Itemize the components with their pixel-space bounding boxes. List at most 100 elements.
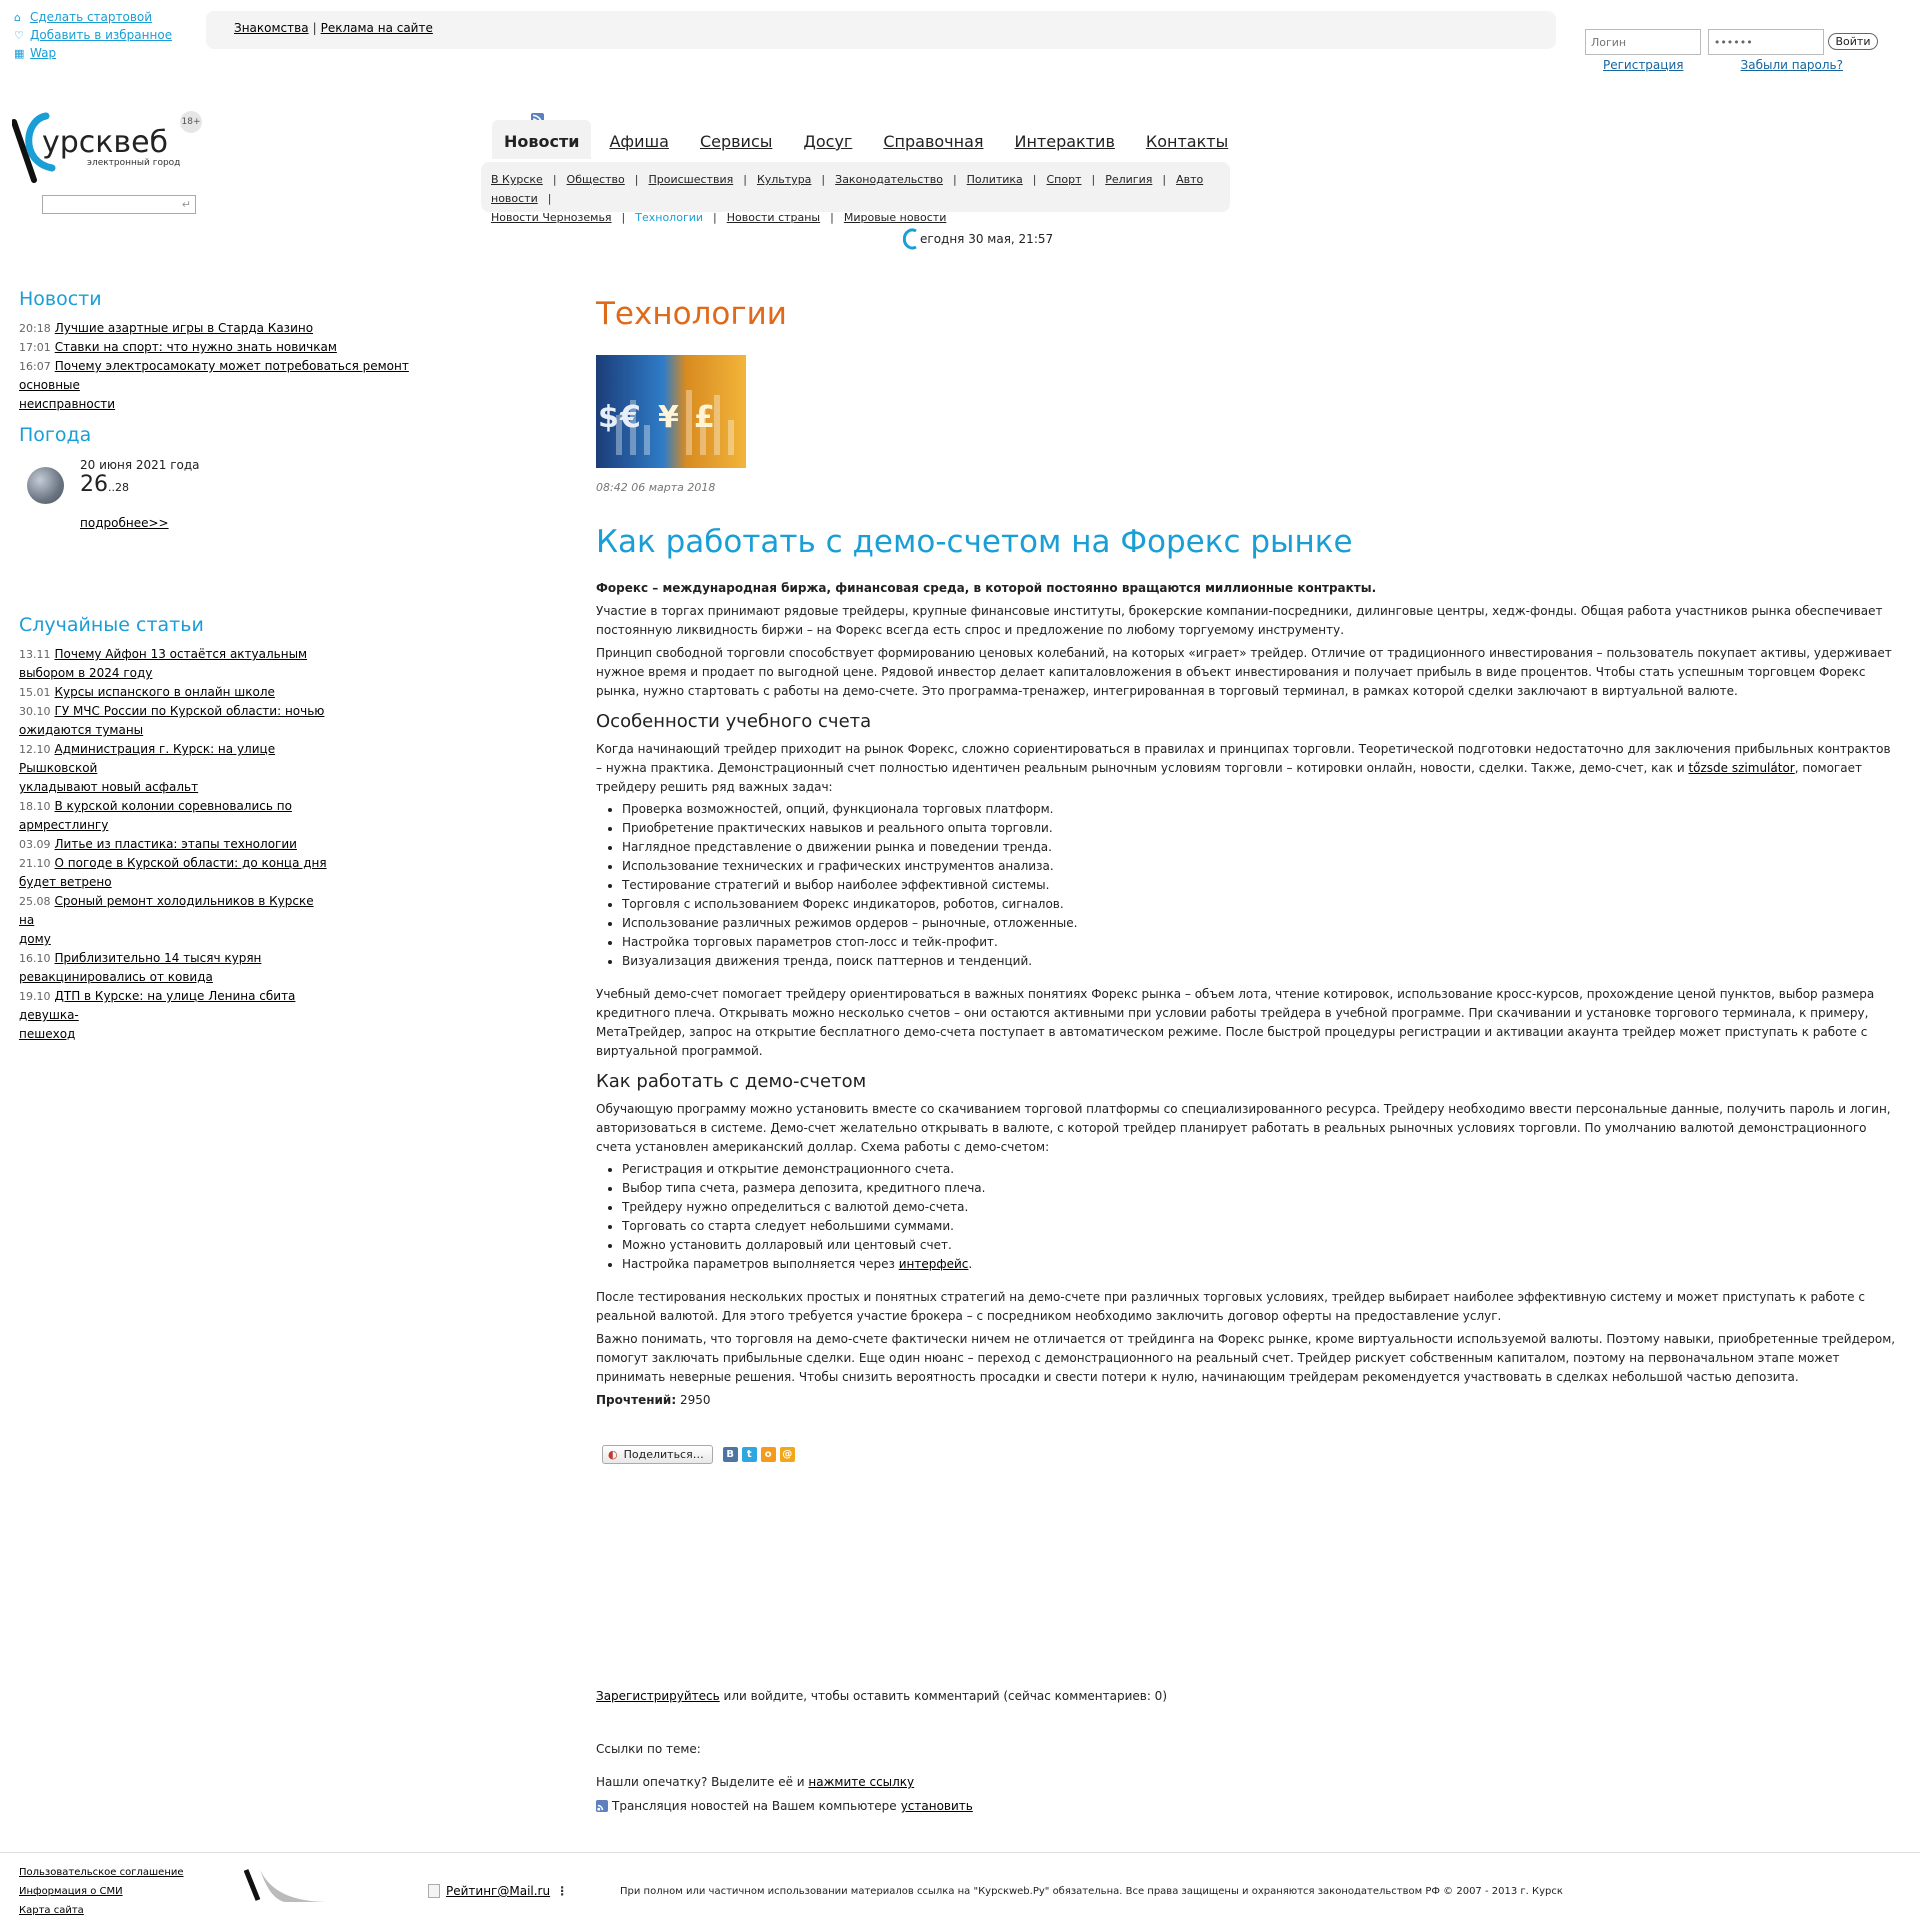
article-link[interactable]: О погоде в Курской области: до конца дня (55, 856, 327, 870)
subnav-law[interactable]: Законодательство (835, 173, 943, 186)
article-link[interactable]: ожидаются туманы (19, 723, 143, 737)
make-homepage-link[interactable]: ⌂ Сделать стартовой (14, 8, 172, 26)
list-item: 13.11 Почему Айфон 13 остаётся актуальным… (19, 647, 308, 680)
tasks-list: Проверка возможностей, опций, функционал… (596, 800, 1900, 971)
twitter-icon[interactable]: t (741, 1447, 757, 1462)
article-link[interactable]: дому (19, 932, 51, 946)
news-link[interactable]: неисправности (19, 397, 115, 411)
article-link[interactable]: ДТП в Курске: на улице Ленина сбита деву… (19, 989, 295, 1022)
list-item: Можно установить долларовый или центовый… (622, 1236, 1900, 1255)
subnav-world[interactable]: Мировые новости (844, 211, 947, 224)
register-link[interactable]: Регистрация (1603, 58, 1683, 72)
article-link[interactable]: ревакцинировались от ковида (19, 970, 213, 984)
advertising-link[interactable]: Реклама на сайте (321, 21, 433, 35)
list-item: Визуализация движения тренда, поиск патт… (622, 952, 1900, 971)
wap-link[interactable]: ▦ Wap (14, 44, 172, 62)
enter-icon[interactable]: ↵ (182, 198, 191, 211)
article-link[interactable]: будет ветрено (19, 875, 112, 889)
register-comment-link[interactable]: Зарегистрируйтесь (596, 1689, 720, 1703)
forgot-password-link[interactable]: Забыли пароль? (1741, 58, 1843, 72)
phone-icon: ▦ (14, 46, 25, 60)
media-info-link[interactable]: Информация о СМИ (19, 1882, 184, 1901)
nav-afisha[interactable]: Афиша (609, 120, 668, 159)
list-item: Использование различных режимов ордеров … (622, 914, 1900, 933)
weather-icon (27, 467, 64, 504)
rating-counter[interactable]: Рейтинг@Mail.ru ⋮ (428, 1884, 568, 1898)
list-item: Трейдеру нужно определиться с валютой де… (622, 1198, 1900, 1217)
list-item: Приобретение практических навыков и реал… (622, 819, 1900, 838)
odnoklassniki-icon[interactable]: о (760, 1447, 776, 1462)
typo-note: Нашли опечатку? Выделите её и нажмите сс… (596, 1775, 915, 1789)
article-lead: Форекс – международная биржа, финансовая… (596, 581, 1377, 595)
mailru-icon[interactable]: @ (779, 1447, 795, 1462)
subnav-incidents[interactable]: Происшествия (649, 173, 734, 186)
article-link[interactable]: ГУ МЧС России по Курской области: ночью (55, 704, 325, 718)
article-link[interactable]: Почему Айфон 13 остаётся актуальным (55, 647, 308, 661)
article-link[interactable]: В курской колонии соревновались по (55, 799, 292, 813)
login-button[interactable]: Войти (1828, 33, 1878, 50)
list-item: Торговля с использованием Форекс индикат… (622, 895, 1900, 914)
list-item: 30.10 ГУ МЧС России по Курской области: н… (19, 704, 325, 737)
more-icon[interactable]: ⋮ (556, 1884, 568, 1898)
current-date: егодня 30 мая, 21:57 (903, 228, 1053, 250)
footer-links: Пользовательское соглашение Информация о… (19, 1863, 184, 1920)
news-link[interactable]: Ставки на спорт: что нужно знать новичка… (55, 340, 337, 354)
article-link[interactable]: Сроный ремонт холодильников в Курске на (19, 894, 314, 927)
login-form: Войти Регистрация Забыли пароль? (1585, 29, 1878, 72)
weather-temp: 26..28 (80, 472, 129, 497)
subnav-society[interactable]: Общество (567, 173, 625, 186)
subnav-chernozem[interactable]: Новости Черноземья (491, 211, 612, 224)
interface-link[interactable]: интерфейс (899, 1257, 969, 1271)
simulator-link[interactable]: tőzsde szimulátor (1688, 761, 1794, 775)
list-item: 15.01 Курсы испанского в онлайн школе (19, 685, 275, 699)
nav-interactive[interactable]: Интерактив (1015, 120, 1115, 159)
article-link[interactable]: Курсы испанского в онлайн школе (55, 685, 275, 699)
paragraph: Участие в торгах принимают рядовые трейд… (596, 604, 1883, 637)
article-link[interactable]: армрестлингу (19, 818, 108, 832)
category-title: Технологии (596, 296, 787, 332)
nav-directory[interactable]: Справочная (883, 120, 983, 159)
terms-link[interactable]: Пользовательское соглашение (19, 1863, 184, 1882)
weather-temp-main: 26 (80, 472, 108, 497)
dating-link[interactable]: Знакомства (234, 21, 309, 35)
site-logo[interactable]: урсквеб электронный город (11, 110, 192, 186)
site-search-input[interactable]: ↵ (42, 195, 196, 214)
nav-news[interactable]: Новости (492, 120, 592, 159)
article-link[interactable]: Литье из пластика: этапы технологии (55, 837, 297, 851)
subnav-sport[interactable]: Спорт (1047, 173, 1082, 186)
subnav-religion[interactable]: Религия (1105, 173, 1152, 186)
subnav-tech[interactable]: Технологии (635, 211, 703, 224)
article-title: Как работать с демо-счетом на Форекс рын… (596, 524, 1353, 560)
password-input[interactable] (1707, 29, 1824, 55)
news-link[interactable]: Лучшие азартные игры в Старда Казино (55, 321, 313, 335)
subnav-politics[interactable]: Политика (967, 173, 1023, 186)
list-item: 20:18 Лучшие азартные игры в Старда Казин… (19, 321, 314, 335)
article-link[interactable]: пешеход (19, 1027, 75, 1041)
list-item: Выбор типа счета, размера депозита, кред… (622, 1179, 1900, 1198)
nav-leisure[interactable]: Досуг (803, 120, 852, 159)
subnav-culture[interactable]: Культура (757, 173, 811, 186)
article-link[interactable]: укладывают новый асфальт (19, 780, 198, 794)
subnav-kursk[interactable]: В Курске (491, 173, 543, 186)
weather-more-link[interactable]: подробнее>> (80, 516, 169, 530)
rss-icon (596, 1800, 608, 1812)
top-bar: Знакомства | Реклама на сайте (206, 11, 1556, 49)
article-link[interactable]: Администрация г. Курск: на улице Рышковс… (19, 742, 275, 775)
report-typo-link[interactable]: нажмите ссылку (808, 1775, 914, 1789)
article-link[interactable]: выбором в 2024 году (19, 666, 152, 680)
article-image: $ € ¥ £ (596, 355, 746, 468)
share-button[interactable]: ◐ Поделиться… (602, 1445, 713, 1464)
subnav-country[interactable]: Новости страны (727, 211, 820, 224)
article-link[interactable]: Приблизительно 14 тысяч курян (55, 951, 262, 965)
nav-services[interactable]: Сервисы (700, 120, 772, 159)
nav-contacts[interactable]: Контакты (1146, 120, 1228, 159)
news-link[interactable]: Почему электросамокату может потребовать… (19, 359, 409, 392)
steps-list: Регистрация и открытие демонстрационного… (596, 1160, 1900, 1274)
age-rating-badge: 18+ (180, 111, 202, 133)
rating-mailru-link[interactable]: Рейтинг@Mail.ru (446, 1884, 550, 1898)
install-rss-link[interactable]: установить (901, 1799, 973, 1813)
sitemap-link[interactable]: Карта сайта (19, 1901, 184, 1920)
add-favorites-link[interactable]: ♡ Добавить в избранное (14, 26, 172, 44)
login-input[interactable] (1585, 29, 1701, 55)
vk-icon[interactable]: В (722, 1447, 738, 1462)
